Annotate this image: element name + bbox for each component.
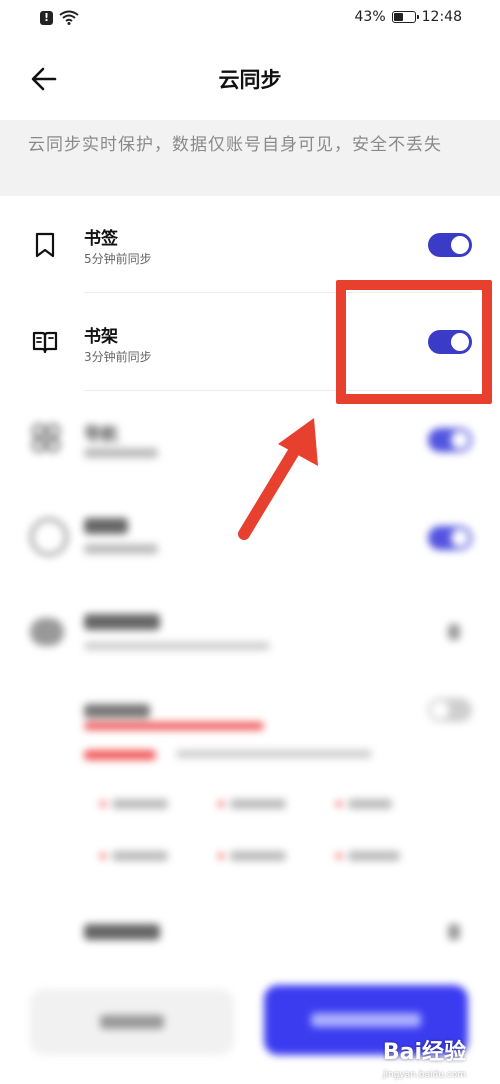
chip[interactable] <box>100 798 168 810</box>
blurred-text <box>84 924 160 940</box>
blurred-text <box>84 704 150 718</box>
status-right: 43% 12:48 <box>355 9 462 25</box>
chip[interactable] <box>218 798 286 810</box>
toggle-knob <box>431 701 449 719</box>
blurred-text <box>84 518 128 534</box>
bookmark-icon <box>35 232 55 258</box>
bookmark-sync-toggle[interactable] <box>428 233 472 257</box>
chip[interactable] <box>336 798 392 810</box>
battery-percent: 43% <box>354 9 386 25</box>
cloud-icon <box>30 618 64 646</box>
watermark-text: Bai经验 <box>382 1040 466 1065</box>
chip[interactable] <box>218 850 286 862</box>
blurred-warning-text <box>84 750 156 760</box>
row-title: 书签 <box>84 229 118 249</box>
annotation-arrow-icon <box>238 418 318 540</box>
row-title: 书架 <box>84 327 118 347</box>
battery-icon <box>391 11 419 23</box>
blurred-text <box>84 614 160 630</box>
page-title: 云同步 <box>218 68 282 92</box>
blurred-text <box>84 642 270 650</box>
history-sync-toggle[interactable] <box>428 526 472 550</box>
row-subtitle: 5分钟前同步 <box>84 252 152 266</box>
chevron-right-icon[interactable] <box>448 924 460 940</box>
sim-alert-icon: ! <box>40 10 53 25</box>
header: 云同步 <box>0 50 500 108</box>
status-bar: ! 43% 12:48 <box>0 0 500 36</box>
history-icon <box>30 518 68 556</box>
wifi-icon <box>59 10 79 25</box>
toggle-knob <box>451 236 469 254</box>
auto-clean-toggle[interactable] <box>428 698 472 722</box>
row-title: 导航 <box>84 425 118 445</box>
grid-apps-icon <box>31 423 61 453</box>
secondary-action-button[interactable] <box>30 989 234 1055</box>
open-book-icon <box>32 331 58 354</box>
watermark-logo: Bai经验 <box>383 1034 466 1066</box>
blurred-warning-text <box>84 722 264 730</box>
chip[interactable] <box>100 850 168 862</box>
banner-text: 云同步实时保护，数据仅账号自身可见，安全不丢失 <box>28 135 442 155</box>
navigation-sync-toggle[interactable] <box>428 428 472 452</box>
chip[interactable] <box>336 850 400 862</box>
annotation-highlight-box <box>336 280 492 404</box>
clock: 12:48 <box>421 9 462 25</box>
status-left: ! <box>40 10 79 25</box>
watermark-url: jingyan.baidu.com <box>382 1070 466 1080</box>
chevron-right-icon[interactable] <box>448 624 460 640</box>
blurred-text <box>176 750 372 758</box>
toggle-knob <box>451 431 469 449</box>
info-banner: 云同步实时保护，数据仅账号自身可见，安全不丢失 <box>0 120 500 196</box>
blurred-text <box>84 448 158 458</box>
blurred-text <box>84 544 158 554</box>
battery-level <box>393 13 404 21</box>
row-subtitle: 3分钟前同步 <box>84 350 152 364</box>
toggle-knob <box>451 529 469 547</box>
